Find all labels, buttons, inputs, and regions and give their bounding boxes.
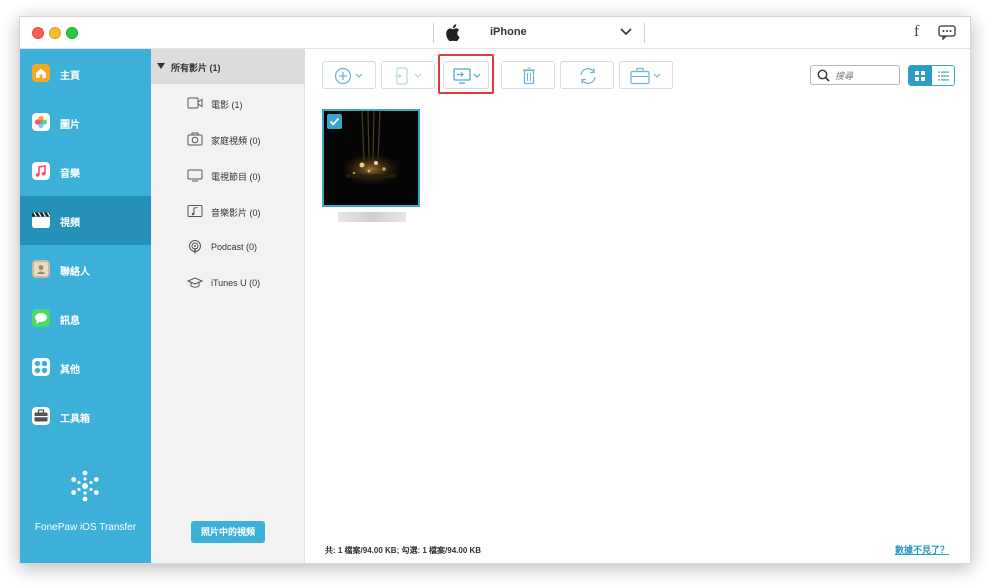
add-icon (334, 67, 363, 85)
grid-view-button[interactable] (909, 66, 932, 85)
category-item-music-videos[interactable]: 音樂影片 (0) (151, 193, 305, 229)
category-label: 電影 (1) (211, 100, 243, 110)
sidebar-item-label: 視頻 (60, 218, 80, 229)
category-item-home-video[interactable]: 家庭視頻 (0) (151, 121, 305, 157)
music-icon (32, 162, 50, 180)
sidebar-item-label: 音樂 (60, 169, 80, 180)
podcast-icon (189, 240, 201, 254)
category-item-itunes-u[interactable]: iTunes U (0) (151, 265, 305, 301)
export-to-device-button[interactable] (381, 61, 435, 89)
category-panel: 所有影片 (1) 電影 (1) 家庭視頻 (0) 電視節目 (0) 音樂影片 (… (151, 49, 305, 563)
search-input[interactable] (835, 68, 895, 83)
title-divider-right (644, 23, 645, 43)
delete-button[interactable] (501, 61, 555, 89)
music-video-icon (187, 205, 203, 217)
facebook-icon[interactable]: f (914, 23, 919, 41)
data-lost-help-link[interactable]: 數據不見了？ (895, 543, 949, 556)
search-icon (817, 69, 830, 82)
checkmark-icon (329, 117, 340, 126)
export-device-icon (395, 67, 422, 85)
feedback-icon[interactable] (938, 25, 956, 40)
view-toggle (908, 65, 955, 86)
sidebar-item-toolbox[interactable]: 工具箱 (20, 392, 151, 441)
contacts-icon (32, 260, 50, 278)
sidebar-item-label: 圖片 (60, 120, 80, 131)
export-highlight (438, 54, 494, 94)
category-label: iTunes U (0) (211, 278, 261, 288)
category-item-podcast[interactable]: Podcast (0) (151, 229, 305, 265)
video-title-blurred (338, 212, 406, 222)
photos-icon (32, 113, 50, 131)
itunes-u-icon (187, 277, 203, 288)
convert-icon (580, 67, 596, 85)
toolbox-menu-button[interactable] (619, 61, 673, 89)
category-item-movies[interactable]: 電影 (1) (151, 85, 305, 121)
selected-checkbox[interactable] (327, 114, 342, 129)
messages-icon (32, 309, 50, 327)
home-video-icon (187, 132, 203, 146)
sidebar-item-contacts[interactable]: 聯絡人 (20, 245, 151, 294)
video-icon (32, 212, 50, 228)
sidebar-item-label: 訊息 (60, 316, 80, 327)
minimize-window-button[interactable] (49, 27, 61, 39)
fonepaw-logo-icon (71, 470, 99, 502)
main-content: 共: 1 檔案/94.00 KB; 勾選: 1 檔案/94.00 KB 數據不見… (305, 49, 970, 563)
search-box[interactable] (810, 65, 900, 85)
list-view-button[interactable] (932, 66, 954, 85)
device-name[interactable]: iPhone (490, 26, 527, 38)
category-label: 電視節目 (0) (211, 172, 261, 182)
chevron-down-icon[interactable] (620, 28, 632, 36)
category-label: 家庭視頻 (0) (211, 136, 261, 146)
toolbox-icon (32, 407, 50, 425)
disclosure-triangle-icon (157, 63, 165, 69)
sidebar: 主頁 圖片 音樂 視頻 聯絡人 訊息 其他 工具箱 FonePaw iOS Tr… (20, 49, 151, 563)
movie-icon (187, 97, 203, 109)
home-icon (32, 64, 50, 82)
sidebar-item-messages[interactable]: 訊息 (20, 294, 151, 343)
photo-videos-button[interactable]: 照片中的視頻 (191, 521, 265, 543)
video-thumbnail[interactable] (322, 109, 420, 207)
sidebar-item-label: 主頁 (60, 71, 80, 82)
delete-icon (523, 67, 535, 85)
add-button[interactable] (322, 61, 376, 89)
sidebar-item-photos[interactable]: 圖片 (20, 98, 151, 147)
convert-button[interactable] (560, 61, 614, 89)
app-window: iPhone f 主頁 圖片 音樂 視頻 聯絡人 訊息 其他 工具箱 FoneP… (19, 16, 971, 564)
status-summary: 共: 1 檔案/94.00 KB; 勾選: 1 檔案/94.00 KB (325, 546, 482, 555)
category-label: Podcast (0) (211, 242, 258, 252)
brand-name: FonePaw iOS Transfer (34, 522, 137, 533)
sidebar-item-label: 其他 (60, 365, 80, 376)
category-label: 音樂影片 (0) (211, 208, 261, 218)
grid-icon (915, 71, 925, 81)
close-window-button[interactable] (32, 27, 44, 39)
toolbox-icon (630, 67, 661, 85)
sidebar-item-videos[interactable]: 視頻 (20, 196, 151, 245)
sidebar-item-label: 工具箱 (60, 414, 90, 425)
title-divider (433, 23, 434, 43)
category-header[interactable]: 所有影片 (1) (151, 49, 305, 84)
sidebar-item-label: 聯絡人 (60, 267, 90, 278)
maximize-window-button[interactable] (66, 27, 78, 39)
tv-icon (187, 169, 203, 182)
sidebar-item-music[interactable]: 音樂 (20, 147, 151, 196)
title-bar: iPhone f (20, 17, 970, 49)
sidebar-item-other[interactable]: 其他 (20, 343, 151, 392)
sidebar-item-home[interactable]: 主頁 (20, 49, 151, 98)
other-icon (32, 358, 50, 376)
category-item-tv-shows[interactable]: 電視節目 (0) (151, 157, 305, 193)
list-icon (938, 71, 949, 81)
category-header-label: 所有影片 (1) (171, 63, 221, 73)
apple-icon (446, 24, 460, 41)
